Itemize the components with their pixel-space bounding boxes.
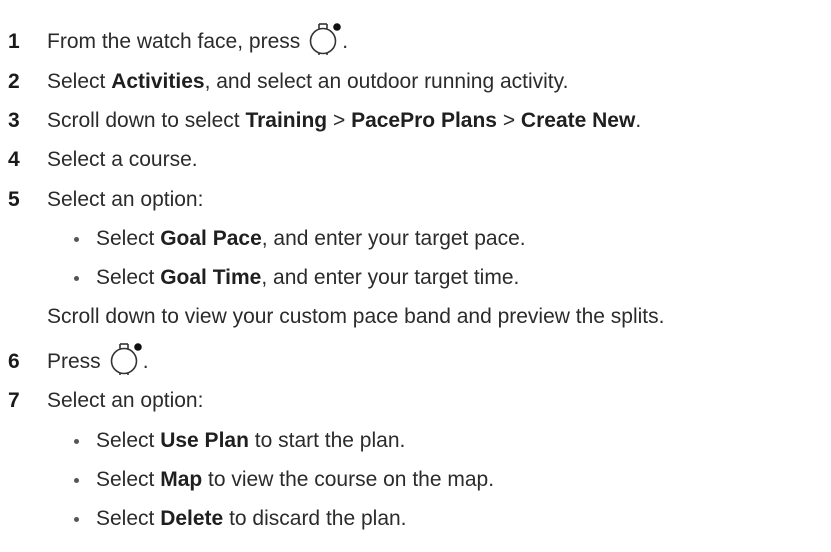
step-number: 1 — [8, 30, 20, 53]
step-text: Select Activities, and select an outdoor… — [47, 70, 568, 94]
text-segment: to view the course on the map. — [202, 468, 495, 491]
bold-term: Goal Pace — [160, 227, 262, 250]
step-text-end: . — [342, 30, 349, 53]
step-7-bullet-3: Select Delete to discard the plan. — [0, 504, 831, 534]
text-segment: Select — [96, 227, 161, 250]
step-7-bullet-1: Select Use Plan to start the plan. — [0, 426, 831, 456]
text-segment: , and select an outdoor running activity… — [204, 70, 569, 93]
step-text: Scroll down to select Training > PacePro… — [47, 109, 641, 133]
bold-term: Use Plan — [160, 429, 249, 452]
bold-term: Training — [245, 109, 328, 132]
bold-term: Map — [160, 468, 203, 491]
text-segment: Select — [96, 266, 161, 289]
bullet-text: Select Goal Pace, and enter your target … — [96, 227, 526, 251]
watch-button-icon — [110, 343, 142, 375]
bold-term: PacePro Plans — [351, 109, 497, 132]
step-number: 3 — [8, 109, 20, 132]
path-separator: > — [327, 109, 352, 132]
bullet-text: Select Delete to discard the plan. — [96, 507, 407, 531]
bullet-dot — [74, 478, 79, 483]
bold-term: Goal Time — [160, 266, 262, 289]
bullet-dot — [74, 439, 79, 444]
bullet-text: Select Goal Time, and enter your target … — [96, 266, 519, 290]
note-text: Scroll down to view your custom pace ban… — [47, 305, 665, 328]
text-segment: , and enter your target time. — [261, 266, 520, 289]
step-text: From the watch face, press . — [47, 23, 349, 59]
text-segment: , and enter your target pace. — [261, 227, 526, 250]
bullet-text: Select Map to view the course on the map… — [96, 468, 494, 492]
step-number: 2 — [8, 70, 20, 93]
text-segment: Select — [47, 70, 112, 93]
step-text: Select an option: — [47, 188, 204, 211]
step-text: Select an option: — [47, 389, 204, 412]
text-segment: Select — [96, 429, 161, 452]
step-number: 6 — [8, 350, 20, 373]
bold-term: Delete — [160, 507, 224, 530]
text-segment: Scroll down to select — [47, 109, 246, 132]
step-7-bullet-2: Select Map to view the course on the map… — [0, 465, 831, 495]
step-text: Select a course. — [47, 148, 198, 171]
bullet-dot — [74, 517, 79, 522]
bold-term: Activities — [111, 70, 205, 93]
step-5-bullet-2: Select Goal Time, and enter your target … — [0, 263, 831, 293]
path-separator: > — [496, 109, 521, 132]
step-number: 5 — [8, 188, 20, 211]
text-segment: to discard the plan. — [223, 507, 407, 530]
step-text-end: . — [142, 350, 149, 373]
bullet-text: Select Use Plan to start the plan. — [96, 429, 405, 453]
step-text-content: From the watch face, press — [47, 30, 301, 53]
text-segment: Select — [96, 468, 161, 491]
step-text: Press . — [47, 343, 149, 379]
step-number: 4 — [8, 148, 20, 171]
watch-button-icon — [309, 23, 342, 55]
step-5-bullet-1: Select Goal Pace, and enter your target … — [0, 224, 831, 254]
step-number: 7 — [8, 389, 20, 412]
text-segment: Select — [96, 507, 161, 530]
bullet-dot — [74, 276, 79, 281]
text-segment: . — [635, 109, 642, 132]
text-segment: to start the plan. — [248, 429, 406, 452]
bullet-dot — [74, 237, 79, 242]
bold-term: Create New — [520, 109, 636, 132]
step-text-content: Press — [47, 350, 101, 373]
